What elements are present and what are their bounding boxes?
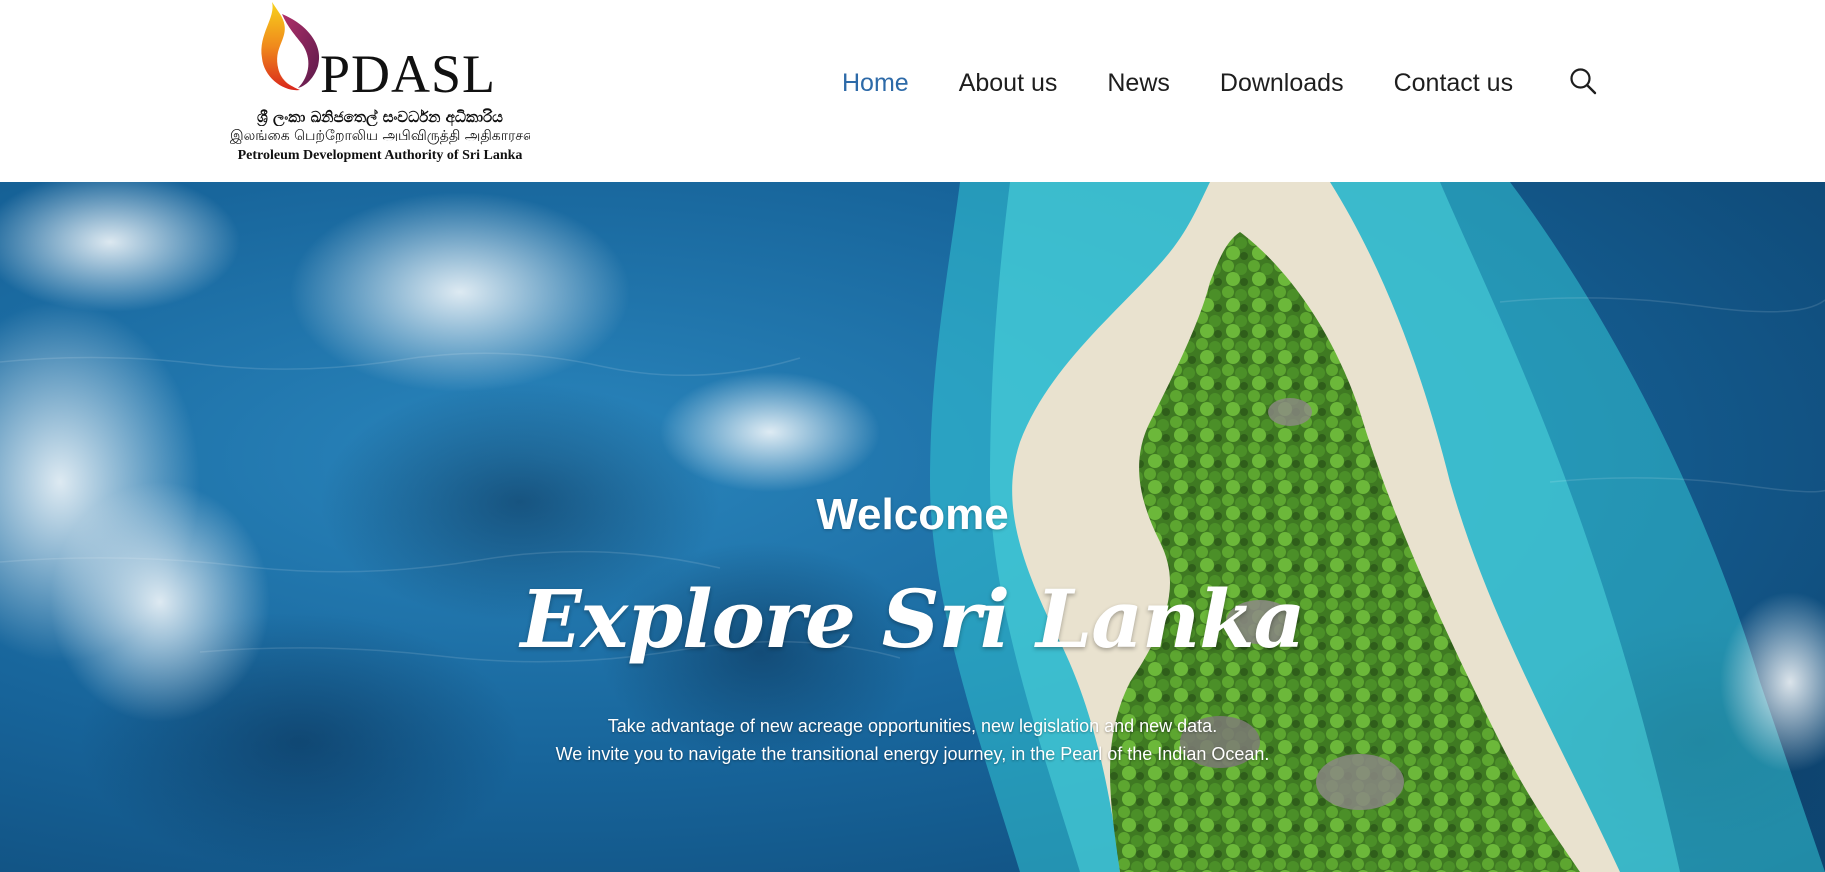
nav-news[interactable]: News bbox=[1107, 69, 1170, 98]
hero-banner: Welcome Explore Sri Lanka Take advantage… bbox=[0, 182, 1825, 872]
nav-contact-us[interactable]: Contact us bbox=[1394, 69, 1514, 98]
hero-welcome: Welcome bbox=[816, 490, 1009, 539]
main-nav: Home About us News Downloads Contact us bbox=[842, 62, 1563, 104]
logo-english-line: Petroleum Development Authority of Sri L… bbox=[237, 148, 523, 163]
nav-home[interactable]: Home bbox=[842, 69, 909, 98]
nav-downloads[interactable]: Downloads bbox=[1220, 69, 1344, 98]
site-header: PDASL ශ්‍රී ලංකා ඛනිජතෙල් සංවර්ධන අධිකාර… bbox=[0, 0, 1825, 182]
hero-title: Explore Sri Lanka bbox=[520, 572, 1306, 666]
hero-text-line-2: We invite you to navigate the transition… bbox=[555, 744, 1270, 764]
search-icon bbox=[1570, 68, 1597, 95]
search-button[interactable] bbox=[1568, 66, 1598, 96]
nav-about-us[interactable]: About us bbox=[959, 69, 1058, 98]
logo-tamil-line: இலங்கை பெற்றோலிய அபிவிருத்தி அதிகாரசபை bbox=[230, 128, 530, 144]
pdasl-logo[interactable]: PDASL ශ්‍රී ලංකා ඛනිජතෙල් සංවර්ධන අධිකාර… bbox=[228, 0, 532, 170]
hero-text-line-1: Take advantage of new acreage opportunit… bbox=[607, 716, 1218, 736]
logo-sinhala-line: ශ්‍රී ලංකා ඛනිජතෙල් සංවර්ධන අධිකාරිය bbox=[257, 108, 503, 126]
logo-wordmark: PDASL bbox=[320, 44, 497, 104]
